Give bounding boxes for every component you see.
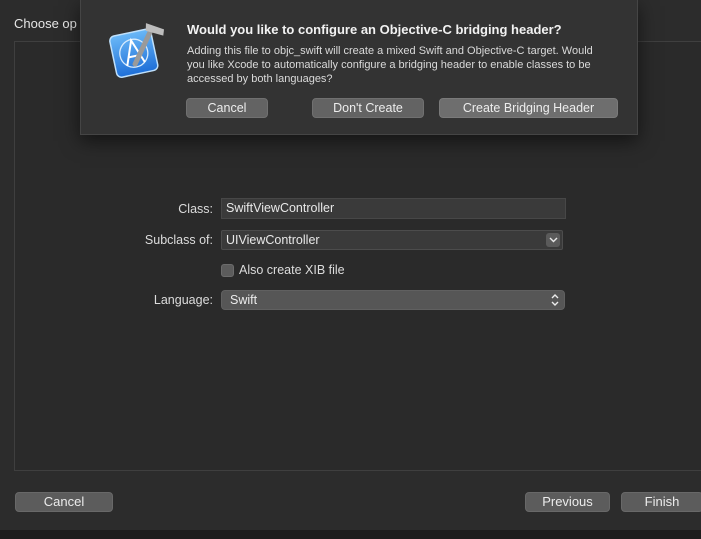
language-popup[interactable]: Swift bbox=[221, 290, 565, 310]
create-bridging-header-button[interactable]: Create Bridging Header bbox=[439, 98, 618, 118]
bridging-header-sheet: Would you like to configure an Objective… bbox=[80, 0, 638, 135]
combo-dropdown-button[interactable] bbox=[546, 233, 560, 247]
subclass-combo[interactable]: UIViewController bbox=[221, 230, 563, 250]
xcode-app-icon bbox=[103, 18, 167, 82]
subclass-value: UIViewController bbox=[226, 233, 320, 247]
previous-button[interactable]: Previous bbox=[525, 492, 610, 512]
class-name-field[interactable]: SwiftViewController bbox=[221, 198, 566, 219]
header-label: Choose op bbox=[14, 16, 77, 31]
window-bottom-edge bbox=[0, 530, 701, 539]
language-label: Language: bbox=[153, 293, 213, 307]
finish-button[interactable]: Finish bbox=[621, 492, 701, 512]
dont-create-button[interactable]: Don't Create bbox=[312, 98, 424, 118]
up-down-arrows-icon bbox=[551, 294, 559, 306]
class-name-value: SwiftViewController bbox=[226, 201, 335, 215]
chevron-down-icon bbox=[549, 237, 557, 243]
xib-label: Also create XIB file bbox=[239, 263, 345, 277]
xib-checkbox[interactable] bbox=[221, 264, 234, 277]
subclass-label: Subclass of: bbox=[144, 233, 213, 247]
sheet-cancel-button[interactable]: Cancel bbox=[186, 98, 268, 118]
sheet-title: Would you like to configure an Objective… bbox=[187, 22, 562, 37]
language-value: Swift bbox=[230, 293, 258, 307]
xcode-icon-graphic bbox=[109, 23, 165, 78]
new-file-window: Choose op Class: SwiftViewController Sub… bbox=[0, 0, 701, 539]
cancel-button[interactable]: Cancel bbox=[15, 492, 113, 512]
sheet-message: Adding this file to objc_swift will crea… bbox=[187, 45, 593, 85]
class-label: Class: bbox=[178, 202, 213, 216]
